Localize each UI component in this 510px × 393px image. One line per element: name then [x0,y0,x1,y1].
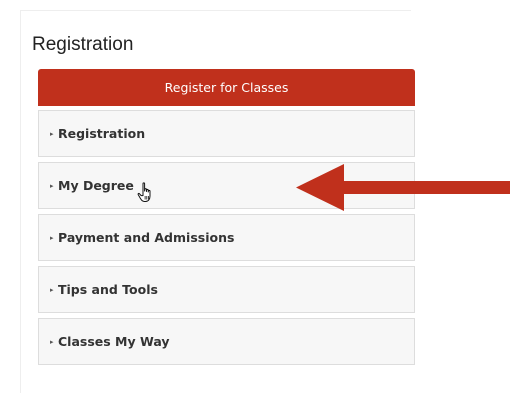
nav-item-registration[interactable]: ▸ Registration [38,110,415,157]
caret-right-icon: ▸ [50,129,54,138]
hand-pointer-icon [137,182,151,202]
nav-item-label: Classes My Way [58,334,170,349]
panel-title: Registration [32,34,134,55]
caret-right-icon: ▸ [50,233,54,242]
nav-item-classes-my-way[interactable]: ▸ Classes My Way [38,318,415,365]
nav-item-label: Tips and Tools [58,282,158,297]
nav-item-tips-and-tools[interactable]: ▸ Tips and Tools [38,266,415,313]
nav-item-payment-and-admissions[interactable]: ▸ Payment and Admissions [38,214,415,261]
caret-right-icon: ▸ [50,337,54,346]
register-for-classes-button[interactable]: Register for Classes [38,69,415,106]
nav-item-label: Registration [58,126,146,141]
nav-item-label: My Degree [58,178,134,193]
register-button-label: Register for Classes [164,80,289,95]
left-arrow-icon [296,164,510,211]
caret-right-icon: ▸ [50,181,54,190]
nav-item-label: Payment and Admissions [58,230,235,245]
caret-right-icon: ▸ [50,285,54,294]
